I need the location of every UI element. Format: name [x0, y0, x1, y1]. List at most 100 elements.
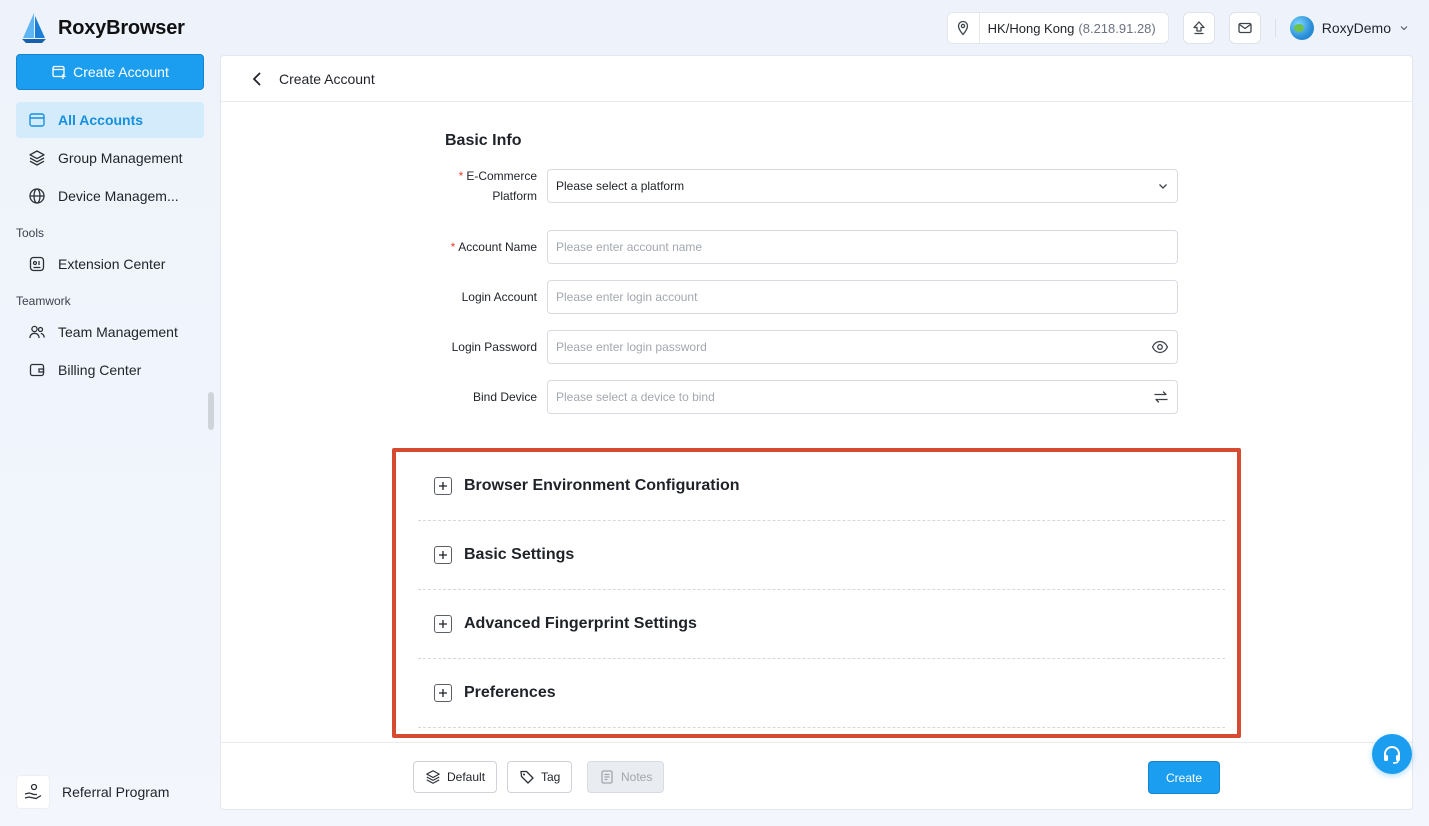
page-title: Create Account	[279, 70, 375, 87]
create-account-button[interactable]: Create Account	[16, 54, 204, 90]
sidebar: Create Account All Accounts Group Manage…	[0, 54, 220, 826]
field-row-bind-device: Bind Device Please select a device to bi…	[421, 380, 1178, 414]
sidebar-item-label: All Accounts	[58, 112, 144, 128]
proxy-location[interactable]: HK/Hong Kong (8.218.91.28)	[946, 12, 1169, 44]
referral-label: Referral Program	[62, 784, 170, 800]
collapse-browser-environment[interactable]: Browser Environment Configuration	[418, 452, 1225, 521]
create-account-panel: Create Account Basic Info * E-Commerce Pl…	[220, 55, 1413, 810]
login-account-input[interactable]: Please enter login account	[547, 280, 1178, 314]
collapse-title: Browser Environment Configuration	[464, 477, 740, 494]
collapse-title: Advanced Fingerprint Settings	[464, 615, 697, 632]
upload-button[interactable]	[1182, 12, 1215, 44]
sidebar-item-label: Group Management	[58, 150, 183, 166]
notes-button[interactable]: Notes	[587, 761, 665, 793]
collapse-advanced-fingerprint[interactable]: Advanced Fingerprint Settings	[418, 590, 1225, 659]
sidebar-item-label: Team Management	[58, 324, 178, 340]
swap-icon[interactable]	[1153, 390, 1169, 404]
eye-icon[interactable]	[1151, 340, 1169, 354]
account-name-placeholder: Please enter account name	[556, 240, 703, 254]
globe-icon	[28, 187, 46, 205]
sidebar-item-billing-center[interactable]: Billing Center	[16, 352, 204, 388]
roxy-logo-icon	[22, 13, 46, 43]
user-name: RoxyDemo	[1321, 20, 1391, 36]
app-name: RoxyBrowser	[58, 16, 185, 39]
layers-icon	[28, 149, 46, 167]
default-button[interactable]: Default	[413, 761, 498, 793]
plus-icon	[434, 615, 452, 633]
plus-icon	[434, 546, 452, 564]
chevron-down-icon	[1159, 184, 1167, 189]
bind-device-placeholder: Please select a device to bind	[556, 390, 715, 404]
gift-hand-icon	[16, 775, 50, 809]
wallet-icon	[28, 361, 46, 379]
sidebar-item-label: Extension Center	[58, 256, 166, 272]
tag-button-label: Tag	[541, 770, 561, 784]
section-title-basic-info: Basic Info	[445, 132, 522, 149]
sidebar-item-device-management[interactable]: Device Managem...	[16, 178, 204, 214]
collapse-preferences[interactable]: Preferences	[418, 659, 1225, 728]
create-submit-button[interactable]: Create	[1148, 761, 1220, 794]
field-label-login-account: Login Account	[461, 290, 537, 304]
users-icon	[28, 323, 46, 341]
collapse-title: Preferences	[464, 684, 556, 701]
platform-select-value: Please select a platform	[556, 179, 685, 193]
app-logo: RoxyBrowser	[20, 12, 185, 44]
field-row-login-password: Login Password Please enter login passwo…	[421, 330, 1178, 364]
field-label-platform: * E-Commerce Platform	[458, 169, 537, 203]
plus-icon	[434, 684, 452, 702]
plus-icon	[434, 477, 452, 495]
tag-icon	[520, 770, 534, 784]
collapse-sections-highlight: Browser Environment Configuration Basic …	[392, 448, 1241, 738]
field-row-platform: * E-Commerce Platform Please select a pla…	[421, 166, 1178, 206]
account-name-input[interactable]: Please enter account name	[547, 230, 1178, 264]
proxy-ip-address: (8.218.91.28)	[1078, 20, 1156, 36]
customer-support-button[interactable]	[1372, 734, 1412, 774]
panel-header: Create Account	[221, 56, 1412, 102]
field-label-login-password: Login Password	[451, 340, 537, 354]
topbar-actions: HK/Hong Kong (8.218.91.28) RoxyDemo	[946, 12, 1409, 44]
sidebar-section-tools: Tools	[16, 226, 45, 240]
login-account-placeholder: Please enter login account	[556, 290, 698, 304]
sidebar-scrollbar[interactable]	[208, 392, 214, 430]
create-account-label: Create Account	[73, 64, 169, 80]
layers-icon	[426, 770, 440, 784]
platform-select[interactable]: Please select a platform	[547, 169, 1178, 203]
field-label-account-name: * Account Name	[450, 240, 537, 254]
field-label-bind-device: Bind Device	[472, 390, 537, 404]
chevron-down-icon	[1400, 26, 1408, 31]
messages-button[interactable]	[1228, 12, 1261, 44]
mail-icon	[1238, 22, 1252, 34]
extension-icon	[28, 255, 46, 273]
sidebar-section-teamwork: Teamwork	[16, 294, 71, 308]
sidebar-item-team-management[interactable]: Team Management	[16, 314, 204, 350]
form-footer: Default Tag Notes Create	[221, 742, 1412, 810]
topbar-divider	[1274, 19, 1276, 37]
collapse-title: Basic Settings	[464, 546, 575, 563]
map-pin-icon	[948, 13, 980, 43]
sidebar-nav: All Accounts Group Management Device Man…	[16, 102, 204, 390]
referral-program-link[interactable]: Referral Program	[16, 774, 204, 810]
sidebar-item-extension-center[interactable]: Extension Center	[16, 246, 204, 282]
login-password-placeholder: Please enter login password	[556, 340, 707, 354]
tag-button[interactable]: Tag	[507, 761, 573, 793]
required-mark: *	[458, 169, 464, 183]
login-password-input[interactable]: Please enter login password	[547, 330, 1178, 364]
collapse-basic-settings[interactable]: Basic Settings	[418, 521, 1225, 590]
required-mark: *	[450, 240, 456, 254]
notes-button-label: Notes	[621, 770, 653, 784]
avatar	[1289, 16, 1314, 40]
sidebar-item-group-management[interactable]: Group Management	[16, 140, 204, 176]
user-menu[interactable]: RoxyDemo	[1289, 16, 1409, 40]
sidebar-item-label: Device Managem...	[58, 188, 179, 204]
field-row-login-account: Login Account Please enter login account	[421, 280, 1178, 314]
field-row-account-name: * Account Name Please enter account name	[421, 230, 1178, 264]
headset-icon	[1384, 746, 1400, 764]
notes-icon	[601, 770, 613, 784]
sidebar-item-label: Billing Center	[58, 362, 142, 378]
back-arrow-icon[interactable]	[249, 71, 265, 87]
bind-device-select[interactable]: Please select a device to bind	[547, 380, 1178, 414]
sidebar-item-all-accounts[interactable]: All Accounts	[16, 102, 204, 138]
proxy-location-label: HK/Hong Kong	[987, 20, 1075, 36]
window-icon	[28, 111, 46, 129]
default-button-label: Default	[447, 770, 486, 784]
